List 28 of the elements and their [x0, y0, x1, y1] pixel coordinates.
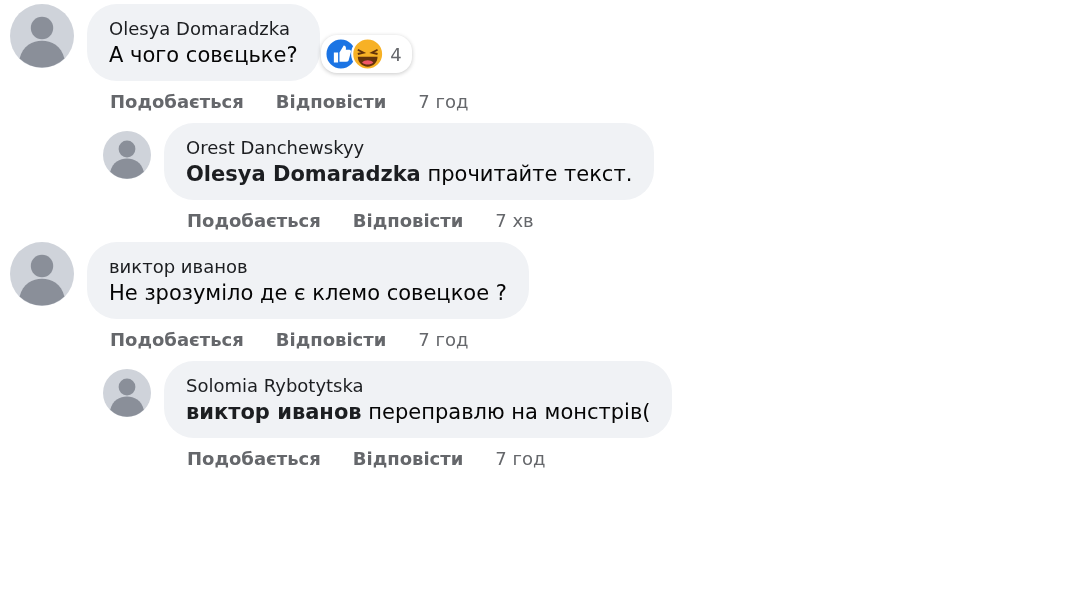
timestamp[interactable]: 7 хв: [495, 210, 534, 231]
comment-text: прочитайте текст.: [427, 162, 633, 186]
author-name[interactable]: Orest Danchewskyy: [186, 137, 633, 158]
reaction-badge[interactable]: 4: [321, 35, 412, 73]
author-name[interactable]: виктор иванов: [109, 256, 507, 277]
timestamp[interactable]: 7 год: [418, 91, 469, 112]
like-link[interactable]: Подобається: [110, 91, 244, 112]
like-link[interactable]: Подобається: [187, 448, 321, 469]
avatar-icon[interactable]: [103, 131, 151, 179]
avatar-icon[interactable]: [10, 4, 74, 68]
reply-link[interactable]: Відповісти: [275, 91, 387, 112]
timestamp[interactable]: 7 год: [418, 329, 469, 350]
reply-link[interactable]: Відповісти: [352, 448, 464, 469]
like-link[interactable]: Подобається: [110, 329, 244, 350]
timestamp[interactable]: 7 год: [495, 448, 546, 469]
author-name[interactable]: Solomia Rybotytska: [186, 375, 651, 396]
mention-link[interactable]: Olesya Domaradzka: [186, 162, 421, 186]
comment-text: переправлю на монстрів(: [368, 400, 651, 424]
reaction-count: 4: [390, 43, 402, 65]
mention-link[interactable]: виктор иванов: [186, 400, 362, 424]
comment-text: Не зрозуміло де є клемо совецкое ?: [109, 281, 507, 305]
author-name[interactable]: Olesya Domaradzka: [109, 18, 298, 39]
reply-link[interactable]: Відповісти: [352, 210, 464, 231]
like-link[interactable]: Подобається: [187, 210, 321, 231]
avatar-icon[interactable]: [103, 369, 151, 417]
avatar-icon[interactable]: [10, 242, 74, 306]
reply-link[interactable]: Відповісти: [275, 329, 387, 350]
comment-text: А чого совєцьке?: [109, 43, 298, 67]
